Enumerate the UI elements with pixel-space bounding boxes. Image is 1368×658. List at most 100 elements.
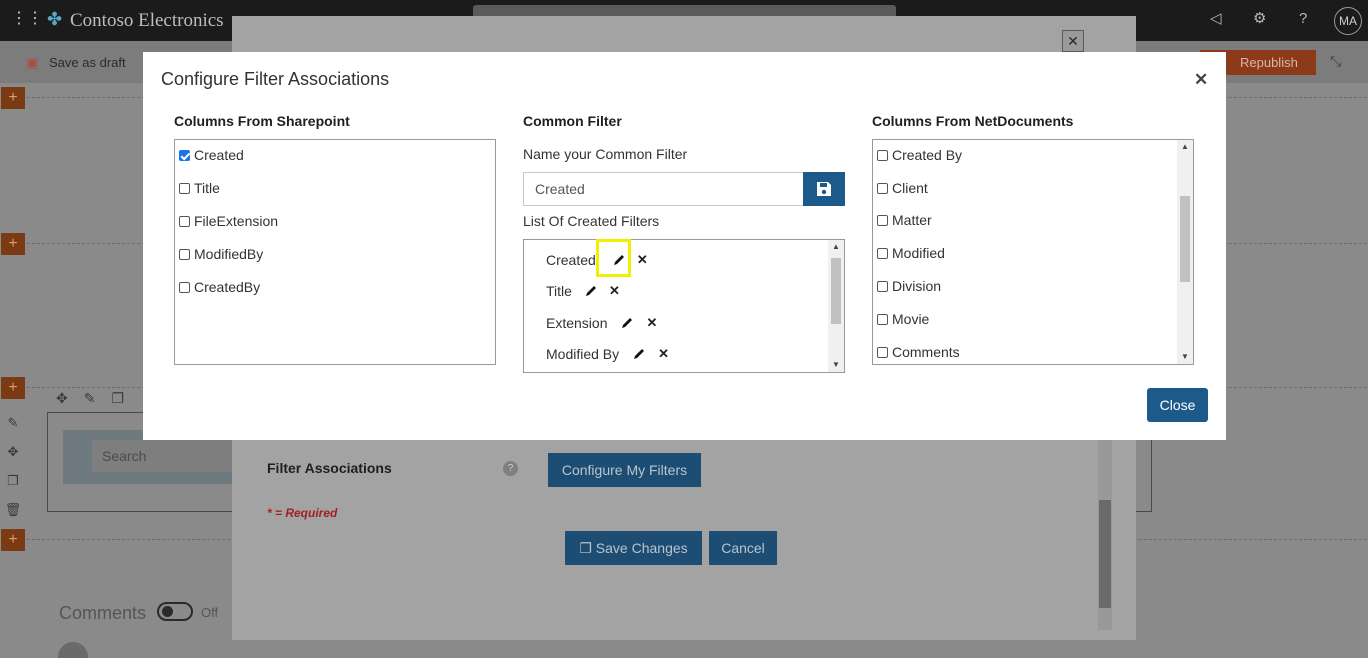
pencil-icon[interactable] xyxy=(584,284,598,298)
scroll-thumb[interactable] xyxy=(831,258,841,324)
checkbox[interactable] xyxy=(877,346,888,358)
sharepoint-item-label: ModifiedBy xyxy=(194,246,264,262)
delete-icon[interactable]: ✕ xyxy=(609,283,620,299)
scroll-up-icon[interactable]: ▲ xyxy=(828,240,844,254)
save-as-draft-button[interactable]: Save as draft xyxy=(49,55,126,70)
modal-close-icon[interactable]: ✕ xyxy=(1194,70,1208,90)
netdocuments-item[interactable]: Client xyxy=(877,179,928,197)
search-input[interactable]: Search xyxy=(92,440,232,472)
duplicate-icon[interactable]: ❐ xyxy=(4,466,22,495)
sharepoint-columns-list: Created Title FileExtension ModifiedBy C… xyxy=(174,139,496,365)
checkbox[interactable] xyxy=(877,182,888,194)
checkbox[interactable] xyxy=(877,247,888,259)
save-draft-icon: ▣ xyxy=(26,55,39,70)
save-changes-button[interactable]: ❐ Save Changes xyxy=(565,531,702,565)
sharepoint-item[interactable]: CreatedBy xyxy=(179,278,260,296)
netdocuments-item-label: Division xyxy=(892,278,942,294)
scroll-thumb[interactable] xyxy=(1180,196,1190,282)
add-section-button[interactable]: + xyxy=(1,529,25,551)
floppy-disk-icon xyxy=(817,182,831,196)
common-filter-title: Common Filter xyxy=(523,113,622,129)
sharepoint-item[interactable]: Title xyxy=(179,179,220,197)
brand-name[interactable]: Contoso Electronics xyxy=(70,10,224,32)
add-section-button[interactable]: + xyxy=(1,377,25,399)
filter-item-label: Title xyxy=(546,283,572,299)
pencil-icon[interactable] xyxy=(632,347,646,361)
add-section-button[interactable]: + xyxy=(1,233,25,255)
gear-icon[interactable]: ⚙ xyxy=(1253,11,1266,27)
save-filter-button[interactable] xyxy=(803,172,845,206)
checkbox[interactable] xyxy=(877,313,888,325)
checkbox[interactable] xyxy=(179,182,190,194)
netdocuments-item[interactable]: Matter xyxy=(877,211,932,229)
sharepoint-item[interactable]: Created xyxy=(179,146,244,164)
close-button[interactable]: Close xyxy=(1147,388,1208,422)
filter-name-input[interactable]: Created xyxy=(523,172,805,206)
pencil-icon[interactable]: ✎ xyxy=(84,390,112,406)
modal-title: Configure Filter Associations xyxy=(161,69,390,89)
filters-scrollbar[interactable]: ▲ ▼ xyxy=(828,240,844,372)
netdocuments-item-label: Modified xyxy=(892,245,945,261)
comments-toggle[interactable] xyxy=(157,602,193,621)
panel-scroll-thumb[interactable] xyxy=(1099,500,1111,608)
filter-item: Extension ✕ xyxy=(546,313,657,333)
configure-my-filters-button[interactable]: Configure My Filters xyxy=(548,453,701,487)
checkbox[interactable] xyxy=(877,280,888,292)
move-icon[interactable]: ✥ xyxy=(4,437,22,466)
filter-item-label: Extension xyxy=(546,315,608,331)
app-launcher-icon[interactable]: ⋮⋮ xyxy=(11,11,43,27)
copy-icon: ❐ xyxy=(579,540,596,556)
netdocuments-item-label: Client xyxy=(892,180,928,196)
netdocuments-item[interactable]: Modified xyxy=(877,244,945,262)
netdocuments-item[interactable]: Comments xyxy=(877,343,960,361)
help-icon[interactable]: ? xyxy=(1299,11,1307,27)
highlight-box xyxy=(596,239,631,277)
delete-icon[interactable]: ✕ xyxy=(637,252,648,268)
sharepoint-item-label: Title xyxy=(194,180,220,196)
scroll-down-icon[interactable]: ▼ xyxy=(1177,350,1193,364)
sharepoint-item-label: FileExtension xyxy=(194,213,279,229)
netdocuments-item[interactable]: Division xyxy=(877,277,941,295)
duplicate-icon[interactable]: ❐ xyxy=(111,390,140,406)
delete-icon[interactable]: ✕ xyxy=(646,315,657,331)
edit-section-icon[interactable]: ✎ xyxy=(4,408,22,437)
netdocuments-columns-title: Columns From NetDocuments xyxy=(872,113,1074,129)
checkbox[interactable] xyxy=(179,281,190,293)
checkbox[interactable] xyxy=(877,149,888,161)
comments-toggle-state: Off xyxy=(201,605,219,620)
cancel-button[interactable]: Cancel xyxy=(709,531,777,565)
netdocuments-item-label: Comments xyxy=(892,344,960,360)
sharepoint-item[interactable]: FileExtension xyxy=(179,212,278,230)
scroll-down-icon[interactable]: ▼ xyxy=(828,358,844,372)
sharepoint-item-label: Created xyxy=(194,147,244,163)
delete-icon[interactable]: ✕ xyxy=(658,346,669,362)
move-icon[interactable]: ✥ xyxy=(56,390,84,406)
netdocuments-item[interactable]: Created By xyxy=(877,146,962,164)
pencil-icon[interactable] xyxy=(620,316,634,330)
user-avatar[interactable]: MA xyxy=(1334,7,1362,35)
comments-label: Comments xyxy=(59,603,147,623)
collapse-icon[interactable]: ⤡ xyxy=(1330,53,1341,70)
scroll-up-icon[interactable]: ▲ xyxy=(1177,140,1193,154)
add-section-button[interactable]: + xyxy=(1,87,25,109)
save-changes-label: Save Changes xyxy=(595,540,688,556)
netdocuments-scrollbar[interactable]: ▲ ▼ xyxy=(1177,140,1193,364)
netdocuments-item-label: Movie xyxy=(892,311,930,327)
sharepoint-item[interactable]: ModifiedBy xyxy=(179,245,263,263)
netdocuments-item[interactable]: Movie xyxy=(877,310,929,328)
sharepoint-item-label: CreatedBy xyxy=(194,279,261,295)
panel-close-button[interactable]: ✕ xyxy=(1062,30,1084,52)
avatar xyxy=(58,642,88,658)
brand-logo-icon: ✤ xyxy=(47,9,63,29)
filter-associations-label: Filter Associations xyxy=(267,460,392,476)
checkbox[interactable] xyxy=(179,149,190,161)
required-note: * = Required xyxy=(267,506,338,520)
help-icon[interactable]: ? xyxy=(503,461,518,476)
checkbox[interactable] xyxy=(877,214,888,226)
checkbox[interactable] xyxy=(179,215,190,227)
trash-icon[interactable]: 🗑 xyxy=(4,495,22,524)
megaphone-icon[interactable]: ◁ xyxy=(1210,11,1222,27)
checkbox[interactable] xyxy=(179,248,190,260)
filter-item-label: Modified By xyxy=(546,346,620,362)
created-filters-label: List Of Created Filters xyxy=(523,213,660,229)
